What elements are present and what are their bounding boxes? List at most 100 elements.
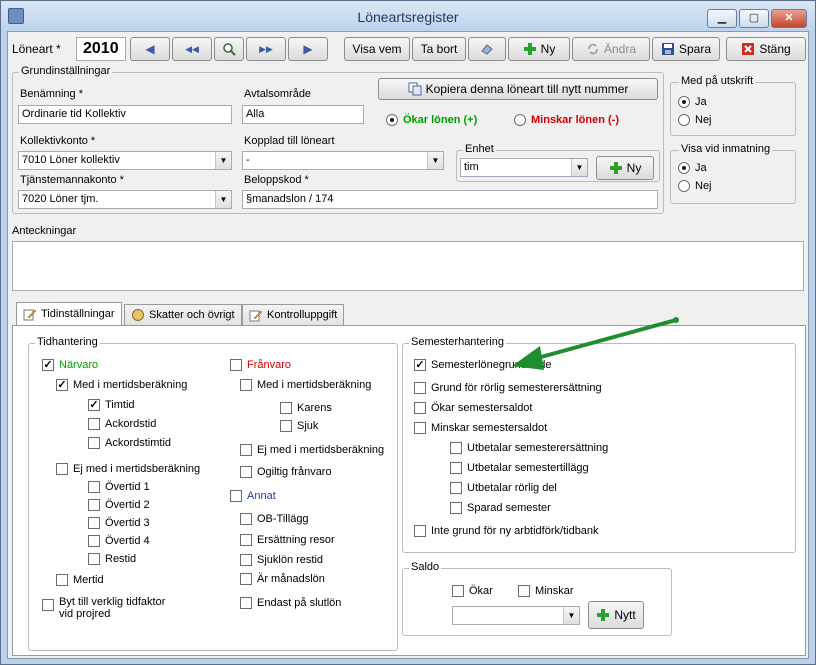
next-button[interactable]: ▶	[288, 37, 328, 61]
chevron-down-icon[interactable]: ▼	[215, 152, 231, 169]
minskar-lonen-radio[interactable]: Minskar lönen (-)	[514, 114, 619, 126]
ob-checkbox[interactable]: OB-Tillägg	[240, 513, 309, 525]
ackordstimtid-label: Ackordstimtid	[105, 437, 172, 449]
benamning-input[interactable]: Ordinarie tid Kollektiv	[18, 105, 232, 124]
utb-ersattning-checkbox[interactable]: Utbetalar semesterersättning	[450, 442, 608, 454]
saldo-select[interactable]: ▼	[452, 606, 580, 625]
ackordstimtid-checkbox[interactable]: Ackordstimtid	[88, 437, 171, 449]
inmatning-ja-label: Ja	[695, 162, 707, 174]
avtalsomrade-input[interactable]: Alla	[242, 105, 364, 124]
timtid-checkbox[interactable]: ✓ Timtid	[88, 399, 135, 411]
saldo-minskar-label: Minskar	[535, 585, 574, 597]
sjuklon-checkbox[interactable]: Sjuklön restid	[240, 554, 323, 566]
prev-button[interactable]: ◀	[130, 37, 170, 61]
ny-button[interactable]: Ny	[508, 37, 570, 61]
tab-kontrolluppgift[interactable]: Kontrolluppgift	[242, 304, 345, 325]
ogiltig-checkbox[interactable]: Ogiltig frånvaro	[240, 466, 332, 478]
saldo-okar-checkbox[interactable]: Ökar	[452, 585, 493, 597]
utskrift-nej-radio[interactable]: Nej	[678, 114, 712, 126]
next-fast-button[interactable]: ▶▶	[246, 37, 286, 61]
spara-button[interactable]: Spara	[652, 37, 720, 61]
utskrift-ja-radio[interactable]: Ja	[678, 96, 707, 108]
ackordstid-checkbox[interactable]: Ackordstid	[88, 418, 156, 430]
anteckningar-textarea[interactable]	[12, 241, 804, 291]
kopplad-select[interactable]: - ▼	[242, 151, 444, 170]
kollektivkonto-select[interactable]: 7010 Löner kollektiv ▼	[18, 151, 232, 170]
tab-skatter[interactable]: Skatter och övrigt	[124, 304, 242, 325]
overtid4-checkbox[interactable]: Övertid 4	[88, 535, 150, 547]
byt-tidfaktor-checkbox[interactable]: Byt till verklig tidfaktor vid projred	[42, 596, 165, 620]
inmatning-nej-label: Nej	[695, 180, 712, 192]
next-fast-icon: ▶▶	[259, 43, 273, 54]
tjanstemannakonto-select[interactable]: 7020 Löner tjm. ▼	[18, 190, 232, 209]
ersattning-checkbox[interactable]: Ersättning resor	[240, 534, 335, 546]
spara-button-label: Spara	[678, 42, 712, 56]
title-bar[interactable]: Löneartsregister ▁ ▢ ✕	[1, 1, 815, 31]
mertid-checkbox[interactable]: Mertid	[56, 574, 104, 586]
manadslon-checkbox[interactable]: Är månadslön	[240, 573, 325, 585]
save-icon	[661, 43, 674, 55]
annat-label: Annat	[247, 490, 276, 502]
karens-label: Karens	[297, 402, 332, 414]
saldo-nytt-label: Nytt	[614, 608, 636, 622]
ackordstid-label: Ackordstid	[105, 418, 157, 430]
tab-tidinstallningar[interactable]: Tidinställningar	[16, 302, 122, 325]
utb-tillagg-label: Utbetalar semestertillägg	[467, 462, 589, 474]
minskar-saldo-checkbox[interactable]: Minskar semestersaldot	[414, 422, 547, 434]
chevron-down-icon[interactable]: ▼	[571, 159, 587, 176]
chevron-down-icon[interactable]: ▼	[215, 191, 231, 208]
fr-med-mertid-checkbox[interactable]: Med i mertidsberäkning	[240, 379, 371, 391]
restid-checkbox[interactable]: Restid	[88, 553, 136, 565]
beloppskod-input[interactable]: §manadslon / 174	[242, 190, 658, 209]
karens-checkbox[interactable]: Karens	[280, 402, 332, 414]
ta-bort-button[interactable]: Ta bort	[412, 37, 466, 61]
saldo-minskar-checkbox[interactable]: Minskar	[518, 585, 574, 597]
minimize-button[interactable]: ▁	[707, 9, 737, 28]
close-button[interactable]: ✕	[771, 9, 807, 28]
first-button[interactable]: ◀◀	[172, 37, 212, 61]
inte-grund-checkbox[interactable]: Inte grund för ny arbtidförk/tidbank	[414, 525, 599, 537]
ogiltig-label: Ogiltig frånvaro	[257, 466, 332, 478]
search-button[interactable]	[214, 37, 244, 61]
utb-rorlig-checkbox[interactable]: Utbetalar rörlig del	[450, 482, 557, 494]
kopiera-button[interactable]: Kopiera denna löneart till nytt nummer	[378, 78, 658, 100]
enhet-select[interactable]: tim ▼	[460, 158, 588, 177]
endast-checkbox[interactable]: Endast på slutlön	[240, 597, 341, 609]
inmatning-title: Visa vid inmatning	[679, 143, 773, 155]
overtid2-checkbox[interactable]: Övertid 2	[88, 499, 150, 511]
enhet-ny-button[interactable]: Ny	[596, 156, 654, 180]
overtid1-checkbox[interactable]: Övertid 1	[88, 481, 150, 493]
chevron-down-icon[interactable]: ▼	[563, 607, 579, 624]
loneart-input[interactable]: 2010	[76, 37, 126, 61]
utskrift-group: Med på utskrift	[670, 75, 796, 136]
maximize-button[interactable]: ▢	[739, 9, 769, 28]
eraser-button[interactable]	[468, 37, 506, 61]
visa-vem-button[interactable]: Visa vem	[344, 37, 410, 61]
saldo-nytt-button[interactable]: Nytt	[588, 601, 644, 629]
andra-button-label: Ändra	[603, 42, 637, 56]
narvaro-checkbox[interactable]: ✓ Närvaro	[42, 359, 98, 371]
close-x-icon	[742, 43, 755, 55]
chevron-down-icon[interactable]: ▼	[427, 152, 443, 169]
fr-ej-med-mertid-checkbox[interactable]: Ej med i mertidsberäkning	[240, 444, 384, 456]
inmatning-ja-radio[interactable]: Ja	[678, 162, 707, 174]
med-mertid-checkbox[interactable]: ✓ Med i mertidsberäkning	[56, 379, 187, 391]
saldo-title: Saldo	[409, 561, 442, 573]
copy-icon	[408, 82, 422, 96]
window-title: Löneartsregister	[357, 9, 459, 25]
enhet-ny-label: Ny	[626, 161, 642, 175]
sparad-checkbox[interactable]: Sparad semester	[450, 502, 551, 514]
okar-saldo-checkbox[interactable]: Ökar semestersaldot	[414, 402, 532, 414]
ej-med-mertid-checkbox[interactable]: Ej med i mertidsberäkning	[56, 463, 200, 475]
search-icon	[223, 43, 236, 56]
franvaro-checkbox[interactable]: Frånvaro	[230, 359, 291, 371]
overtid3-checkbox[interactable]: Övertid 3	[88, 517, 150, 529]
sjuk-checkbox[interactable]: Sjuk	[280, 420, 318, 432]
stang-button[interactable]: Stäng	[726, 37, 806, 61]
annat-checkbox[interactable]: Annat	[230, 490, 276, 502]
okar-lonen-radio[interactable]: Ökar lönen (+)	[386, 114, 477, 126]
rorlig-checkbox[interactable]: Grund för rörlig semesterersättning	[414, 382, 602, 394]
andra-button[interactable]: Ändra	[572, 37, 650, 61]
utb-tillagg-checkbox[interactable]: Utbetalar semestertillägg	[450, 462, 589, 474]
inmatning-nej-radio[interactable]: Nej	[678, 180, 712, 192]
